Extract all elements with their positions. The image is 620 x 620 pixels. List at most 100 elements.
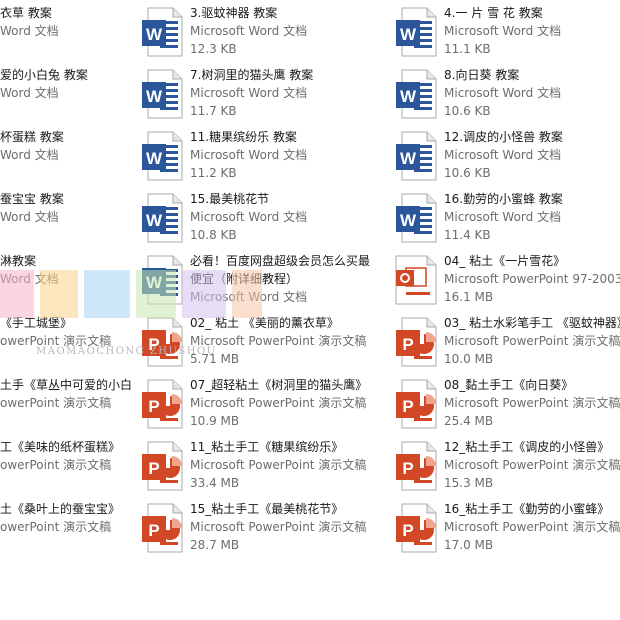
powerpoint-icon: P <box>394 502 438 554</box>
word-document-icon: W <box>394 130 438 182</box>
svg-text:P: P <box>402 335 413 354</box>
file-name: 11_粘土手工《糖果缤纷乐》 <box>190 440 344 454</box>
svg-text:W: W <box>146 211 163 230</box>
file-type: Microsoft Word 文档 <box>190 24 308 38</box>
file-type: Microsoft PowerPoint 演示文稿 <box>444 334 620 348</box>
word-document-icon: W <box>140 68 184 120</box>
file-type: Microsoft PowerPoint 97-2003 <box>444 272 620 286</box>
svg-text:W: W <box>400 25 417 44</box>
svg-text:W: W <box>400 87 417 106</box>
file-name: 07_超轻粘土《树洞里的猫头鹰》 <box>190 378 368 392</box>
file-name: 淋教案 <box>0 254 37 268</box>
file-size: 11.1 KB <box>444 42 491 56</box>
word-document-icon: W <box>394 6 438 58</box>
powerpoint-icon: P <box>140 440 184 492</box>
file-name: 爱的小白兔 教案 <box>0 68 88 82</box>
svg-text:W: W <box>400 211 417 230</box>
file-name: 衣草 教案 <box>0 6 52 20</box>
file-name: 土手《草丛中可爱的小白 <box>0 378 133 392</box>
file-name: 杯蛋糕 教案 <box>0 130 64 144</box>
svg-text:W: W <box>400 149 417 168</box>
file-name: 15.最美桃花节 <box>190 192 270 206</box>
file-size: 15.3 MB <box>444 476 494 490</box>
file-name: 04_ 粘土《一片雪花》 <box>444 254 566 268</box>
svg-text:P: P <box>402 521 413 540</box>
svg-text:P: P <box>402 459 413 478</box>
file-size: 12.3 KB <box>190 42 237 56</box>
powerpoint-icon: P <box>394 316 438 368</box>
svg-text:P: P <box>148 397 159 416</box>
word-document-icon: W <box>140 6 184 58</box>
svg-text:P: P <box>148 335 159 354</box>
file-size: 10.9 MB <box>190 414 240 428</box>
powerpoint-icon: P <box>140 378 184 430</box>
file-type: owerPoint 演示文稿 <box>0 458 112 472</box>
file-type: Microsoft PowerPoint 演示文稿 <box>444 520 620 534</box>
word-document-icon: W <box>140 130 184 182</box>
file-name: 11.糖果缤纷乐 教案 <box>190 130 297 144</box>
file-size: 5.71 MB <box>190 352 240 366</box>
word-document-icon: W <box>140 254 184 306</box>
svg-text:W: W <box>146 273 163 292</box>
file-type: owerPoint 演示文稿 <box>0 334 112 348</box>
powerpoint-icon: P <box>394 440 438 492</box>
file-type: Microsoft Word 文档 <box>444 210 562 224</box>
file-type: Word 文档 <box>0 210 59 224</box>
word-document-icon: W <box>140 192 184 244</box>
file-size: 11.4 KB <box>444 228 491 242</box>
file-type: Microsoft Word 文档 <box>190 290 308 304</box>
file-size: 11.7 KB <box>190 104 237 118</box>
file-type: Microsoft PowerPoint 演示文稿 <box>190 396 367 410</box>
file-name: 4.一 片 雪 花 教案 <box>444 6 543 20</box>
file-size: 10.8 KB <box>190 228 237 242</box>
file-type: Word 文档 <box>0 86 59 100</box>
file-size: 10.0 MB <box>444 352 494 366</box>
file-type: Microsoft Word 文档 <box>444 24 562 38</box>
powerpoint-icon: P <box>140 316 184 368</box>
file-size: 33.4 MB <box>190 476 240 490</box>
file-name: 08_黏土手工《向日葵》 <box>444 378 574 392</box>
file-type: Microsoft PowerPoint 演示文稿 <box>444 396 620 410</box>
file-type: Microsoft PowerPoint 演示文稿 <box>190 520 367 534</box>
file-type: Microsoft PowerPoint 演示文稿 <box>190 458 367 472</box>
file-name: 必看！百度网盘超级会员怎么买最便宜（附详细教程） <box>190 254 371 286</box>
file-size: 28.7 MB <box>190 538 240 552</box>
file-name: 7.树洞里的猫头鹰 教案 <box>190 68 314 82</box>
powerpoint-icon: P <box>140 502 184 554</box>
svg-text:W: W <box>146 87 163 106</box>
file-type: Microsoft Word 文档 <box>190 210 308 224</box>
file-name: 15_粘土手工《最美桃花节》 <box>190 502 344 516</box>
file-type: Word 文档 <box>0 148 59 162</box>
file-size: 10.6 KB <box>444 104 491 118</box>
file-name: 16_粘土手工《勤劳的小蜜蜂》 <box>444 502 610 516</box>
file-name: 工《美味的纸杯蛋糕》 <box>0 440 121 454</box>
file-type: Microsoft Word 文档 <box>190 86 308 100</box>
file-type: Microsoft PowerPoint 演示文稿 <box>190 334 367 348</box>
file-name: 3.驱蚊神器 教案 <box>190 6 278 20</box>
file-size: 16.1 MB <box>444 290 494 304</box>
file-name: 03_ 粘土水彩笔手工 《驱蚊神器》 <box>444 316 620 330</box>
file-type: owerPoint 演示文稿 <box>0 396 112 410</box>
file-type: Word 文档 <box>0 24 59 38</box>
svg-text:P: P <box>402 397 413 416</box>
word-document-icon: W <box>394 68 438 120</box>
file-type: Microsoft Word 文档 <box>190 148 308 162</box>
file-name: 12_粘土手工《调皮的小怪兽》 <box>444 440 610 454</box>
file-name: 16.勤劳的小蜜蜂 教案 <box>444 192 563 206</box>
file-size: 11.2 KB <box>190 166 237 180</box>
file-name: 8.向日葵 教案 <box>444 68 520 82</box>
word-document-icon: W <box>394 192 438 244</box>
file-size: 25.4 MB <box>444 414 494 428</box>
file-type: Microsoft PowerPoint 演示文稿 <box>444 458 620 472</box>
svg-text:W: W <box>146 149 163 168</box>
file-name: 蚕宝宝 教案 <box>0 192 64 206</box>
file-type: owerPoint 演示文稿 <box>0 520 112 534</box>
file-type: Microsoft Word 文档 <box>444 86 562 100</box>
powerpoint-icon: P <box>394 378 438 430</box>
svg-text:P: P <box>148 521 159 540</box>
powerpoint-97-icon <box>394 254 438 306</box>
file-name: 土《桑叶上的蚕宝宝》 <box>0 502 121 516</box>
file-type: Word 文档 <box>0 272 59 286</box>
file-name: 02_ 粘土 《美丽的薰衣草》 <box>190 316 339 330</box>
file-type: Microsoft Word 文档 <box>444 148 562 162</box>
